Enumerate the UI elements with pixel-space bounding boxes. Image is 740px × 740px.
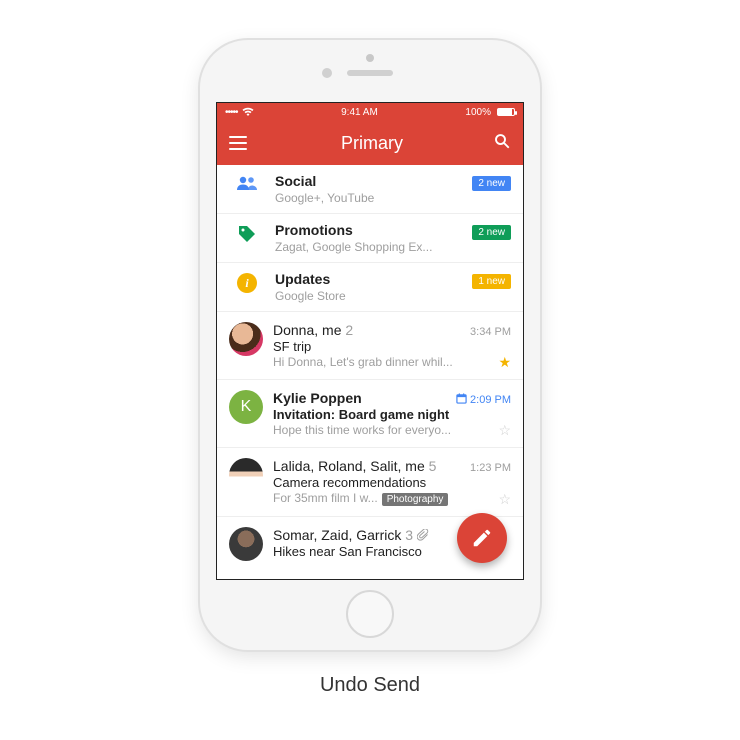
battery-percent: 100% [465, 107, 491, 118]
email-row[interactable]: Lalida, Roland, Salit, me 5 1:23 PM Came… [217, 448, 523, 517]
category-sub: Google Store [275, 289, 511, 303]
email-row[interactable]: K Kylie Poppen 2:09 PM Invitation: Board… [217, 380, 523, 448]
badge-new: 2 new [472, 225, 511, 240]
status-bar: ••••• 9:41 AM 100% [217, 103, 523, 121]
badge-new: 2 new [472, 176, 511, 191]
category-promotions[interactable]: Promotions 2 new Zagat, Google Shopping … [217, 214, 523, 263]
avatar[interactable]: K [229, 390, 263, 424]
email-snippet: For 35mm film I w...Photography [273, 491, 511, 506]
email-time: 1:23 PM [470, 462, 511, 474]
email-subject: Camera recommendations [273, 475, 511, 490]
star-icon[interactable]: ★ [498, 354, 511, 371]
phone-speaker [347, 70, 393, 76]
battery-icon [497, 108, 515, 116]
email-snippet: Hi Donna, Let's grab dinner whil... [273, 355, 511, 369]
email-time: 3:34 PM [470, 326, 511, 338]
phone-sensor-dot [322, 68, 332, 78]
email-sender: Donna, me 2 [273, 322, 353, 338]
pencil-icon [471, 527, 493, 549]
status-time: 9:41 AM [341, 107, 378, 118]
star-icon[interactable]: ☆ [498, 422, 511, 439]
wifi-icon [242, 107, 254, 117]
email-subject: Invitation: Board game night [273, 407, 511, 422]
compose-button[interactable] [457, 513, 507, 563]
category-updates[interactable]: i Updates 1 new Google Store [217, 263, 523, 312]
app-screen: ••••• 9:41 AM 100% Primary [216, 102, 524, 580]
email-snippet: Hope this time works for everyo... [273, 423, 511, 437]
category-sub: Zagat, Google Shopping Ex... [275, 240, 511, 254]
email-row[interactable]: Donna, me 2 3:34 PM SF trip Hi Donna, Le… [217, 312, 523, 380]
menu-button[interactable] [229, 136, 251, 150]
email-sender: Lalida, Roland, Salit, me 5 [273, 458, 436, 474]
avatar[interactable] [229, 322, 263, 356]
category-sub: Google+, YouTube [275, 191, 511, 205]
avatar[interactable] [229, 527, 263, 561]
category-social[interactable]: Social 2 new Google+, YouTube [217, 165, 523, 214]
calendar-icon [456, 393, 467, 404]
phone-camera-dot [366, 54, 374, 62]
email-subject: SF trip [273, 339, 511, 354]
signal-icon: ••••• [225, 107, 238, 118]
info-icon: i [237, 273, 257, 293]
badge-new: 1 new [472, 274, 511, 289]
email-sender: Kylie Poppen [273, 390, 362, 406]
attachment-icon [417, 529, 429, 541]
email-sender: Somar, Zaid, Garrick 3 [273, 527, 429, 543]
home-button[interactable] [346, 590, 394, 638]
tag-icon [237, 224, 257, 244]
label-chip: Photography [382, 493, 449, 506]
people-icon [236, 175, 258, 191]
app-bar: Primary [217, 121, 523, 165]
avatar[interactable] [229, 458, 263, 492]
category-name: Social [275, 173, 316, 189]
phone-frame: ••••• 9:41 AM 100% Primary [200, 40, 540, 650]
category-name: Promotions [275, 222, 353, 238]
search-icon [493, 132, 511, 150]
star-icon[interactable]: ☆ [498, 491, 511, 508]
page-title: Primary [341, 133, 403, 154]
email-time: 2:09 PM [456, 393, 511, 406]
image-caption: Undo Send [320, 674, 420, 697]
search-button[interactable] [493, 132, 511, 155]
category-name: Updates [275, 271, 330, 287]
